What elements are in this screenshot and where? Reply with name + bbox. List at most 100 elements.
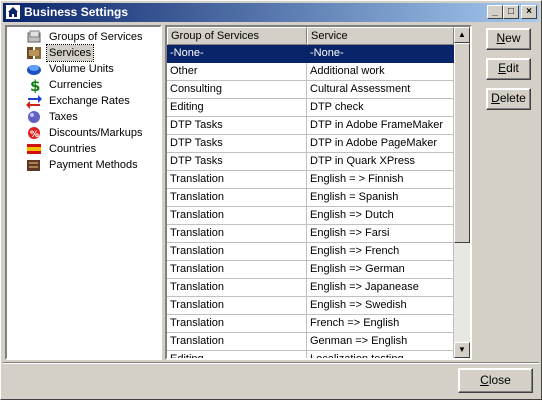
table-row[interactable]: Editing DTP check bbox=[167, 99, 454, 117]
cell-service[interactable]: English => Japanease bbox=[307, 279, 454, 297]
cell-group[interactable]: DTP Tasks bbox=[167, 153, 307, 171]
table-row[interactable]: Translation English => Japanease bbox=[167, 279, 454, 297]
delete-button-label-rest: elete bbox=[499, 91, 526, 105]
cell-group[interactable]: Translation bbox=[167, 171, 307, 189]
cell-service[interactable]: English = Spanish bbox=[307, 189, 454, 207]
cell-service[interactable]: DTP in Quark XPress bbox=[307, 153, 454, 171]
currency-dollar-icon: $ bbox=[30, 77, 40, 93]
table-row[interactable]: Translation Genman => English bbox=[167, 333, 454, 351]
cell-group[interactable]: Consulting bbox=[167, 81, 307, 99]
cell-service[interactable]: English => Farsi bbox=[307, 225, 454, 243]
cell-service[interactable]: English => French bbox=[307, 243, 454, 261]
grid-rows: -None- -None- Other Additional work Consulti… bbox=[167, 45, 454, 358]
cell-group[interactable]: Translation bbox=[167, 207, 307, 225]
tree-item-label: Countries bbox=[49, 143, 97, 155]
cell-group[interactable]: Editing bbox=[167, 99, 307, 117]
scroll-thumb[interactable] bbox=[454, 43, 470, 243]
table-row[interactable]: DTP Tasks DTP in Adobe PageMaker bbox=[167, 135, 454, 153]
tree-item-label: Groups of Services bbox=[49, 31, 143, 43]
cell-group[interactable]: Other bbox=[167, 63, 307, 81]
cell-group[interactable]: Translation bbox=[167, 243, 307, 261]
tree-item-label: Taxes bbox=[49, 111, 78, 123]
close-button[interactable]: Close bbox=[458, 368, 533, 393]
cell-service[interactable]: French => English bbox=[307, 315, 454, 333]
new-button-label-rest: ew bbox=[505, 31, 521, 45]
cell-group[interactable]: Translation bbox=[167, 225, 307, 243]
cell-service[interactable]: DTP check bbox=[307, 99, 454, 117]
edit-button-label-rest: dit bbox=[506, 61, 519, 75]
close-window-button[interactable]: × bbox=[521, 5, 537, 19]
scroll-up-icon[interactable]: ▲ bbox=[454, 27, 470, 43]
close-button-label-rest: lose bbox=[488, 373, 511, 387]
services-grid[interactable]: Group of Services Service -None- -None- Ot… bbox=[165, 25, 472, 360]
tree-item-label: Discounts/Markups bbox=[49, 127, 143, 139]
tree-item-label: Exchange Rates bbox=[49, 95, 130, 107]
settings-tree[interactable]: Groups of Services Services Volume Units… bbox=[5, 25, 162, 360]
new-mnemonic: N bbox=[496, 31, 506, 45]
taxes-icon bbox=[28, 111, 40, 123]
cell-service[interactable]: Cultural Assessment bbox=[307, 81, 454, 99]
table-row[interactable]: Consulting Cultural Assessment bbox=[167, 81, 454, 99]
new-button[interactable]: New bbox=[486, 28, 531, 50]
grid-header: Group of Services Service bbox=[167, 27, 454, 45]
cell-group[interactable]: Translation bbox=[167, 315, 307, 333]
cell-service[interactable]: English => German bbox=[307, 261, 454, 279]
groups-icon bbox=[27, 30, 41, 43]
table-row[interactable]: -None- -None- bbox=[167, 45, 454, 63]
table-row[interactable]: Other Additional work bbox=[167, 63, 454, 81]
cell-group[interactable]: Translation bbox=[167, 297, 307, 315]
tree-item-label: Volume Units bbox=[49, 63, 114, 75]
cell-service[interactable]: Additional work bbox=[307, 63, 454, 81]
exchange-arrows-icon bbox=[26, 95, 42, 109]
column-header-group[interactable]: Group of Services bbox=[167, 27, 307, 45]
table-row[interactable]: Translation English => French bbox=[167, 243, 454, 261]
cell-service[interactable]: English => Swedish bbox=[307, 297, 454, 315]
delete-mnemonic: D bbox=[491, 91, 500, 105]
cell-service[interactable]: Localization testing bbox=[307, 351, 454, 358]
cell-group[interactable]: Translation bbox=[167, 261, 307, 279]
cell-group[interactable]: DTP Tasks bbox=[167, 117, 307, 135]
cell-group[interactable]: Editing bbox=[167, 351, 307, 358]
table-row[interactable]: DTP Tasks DTP in Quark XPress bbox=[167, 153, 454, 171]
cell-service[interactable]: -None- bbox=[307, 45, 454, 63]
table-row[interactable]: Translation French => English bbox=[167, 315, 454, 333]
edit-mnemonic: E bbox=[498, 61, 507, 75]
cell-group[interactable]: Translation bbox=[167, 279, 307, 297]
business-settings-window: Business Settings _ □ × Groups of Servic… bbox=[0, 0, 542, 400]
cell-group[interactable]: -None- bbox=[167, 45, 307, 63]
scroll-down-icon[interactable]: ▼ bbox=[454, 342, 470, 358]
column-header-service[interactable]: Service bbox=[307, 27, 454, 45]
window-title: Business Settings bbox=[24, 5, 129, 19]
cell-service[interactable]: DTP in Adobe FrameMaker bbox=[307, 117, 454, 135]
svg-text:$: $ bbox=[30, 77, 40, 93]
tree-item-label: Payment Methods bbox=[49, 159, 138, 171]
close-mnemonic: C bbox=[480, 373, 489, 387]
table-row[interactable]: Translation English => Farsi bbox=[167, 225, 454, 243]
services-icon bbox=[27, 47, 41, 59]
cell-group[interactable]: DTP Tasks bbox=[167, 135, 307, 153]
title-bar[interactable]: Business Settings _ □ × bbox=[3, 3, 539, 22]
vertical-scrollbar[interactable]: ▲ ▼ bbox=[454, 27, 470, 358]
table-row[interactable]: Translation English => Dutch bbox=[167, 207, 454, 225]
tree-item-label: Currencies bbox=[49, 79, 103, 91]
cell-group[interactable]: Translation bbox=[167, 189, 307, 207]
table-row[interactable]: Translation English = > Finnish bbox=[167, 171, 454, 189]
svg-text:%: % bbox=[30, 130, 39, 140]
table-row[interactable]: EditingLocalization testing bbox=[167, 351, 454, 358]
cell-service[interactable]: English = > Finnish bbox=[307, 171, 454, 189]
minimize-button[interactable]: _ bbox=[487, 5, 503, 19]
maximize-button[interactable]: □ bbox=[503, 5, 519, 19]
table-row[interactable]: Translation English = Spanish bbox=[167, 189, 454, 207]
table-row[interactable]: Translation English => Swedish bbox=[167, 297, 454, 315]
cell-service[interactable]: DTP in Adobe PageMaker bbox=[307, 135, 454, 153]
country-flag-icon bbox=[27, 144, 41, 154]
delete-button[interactable]: Delete bbox=[486, 88, 531, 110]
bottom-separator bbox=[3, 362, 539, 364]
cell-service[interactable]: English => Dutch bbox=[307, 207, 454, 225]
table-row[interactable]: DTP Tasks DTP in Adobe FrameMaker bbox=[167, 117, 454, 135]
cell-service[interactable]: Genman => English bbox=[307, 333, 454, 351]
cell-group[interactable]: Translation bbox=[167, 333, 307, 351]
table-row[interactable]: Translation English => German bbox=[167, 261, 454, 279]
edit-button[interactable]: Edit bbox=[486, 58, 531, 80]
volume-units-icon bbox=[27, 65, 41, 75]
